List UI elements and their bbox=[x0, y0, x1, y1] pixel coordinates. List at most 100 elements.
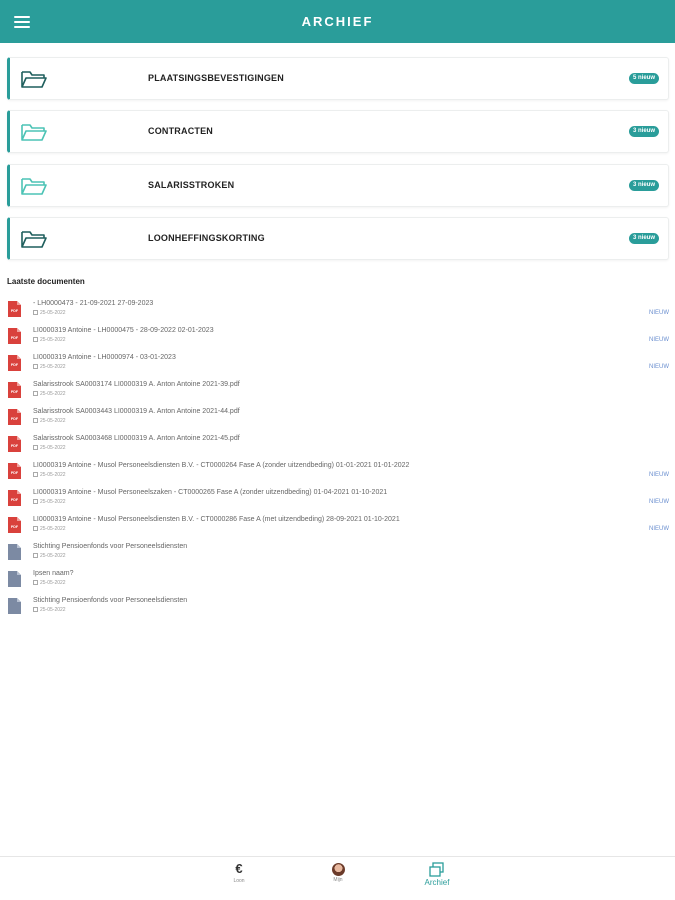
document-title: Salarisstrook SA0003468 LI0000319 A. Ant… bbox=[33, 435, 240, 442]
nav-tab-label: Archief bbox=[424, 878, 450, 887]
folder-card[interactable]: CONTRACTEN 3 nieuw bbox=[7, 110, 669, 153]
svg-text:PDF: PDF bbox=[11, 390, 19, 394]
pdf-file-icon: PDF bbox=[8, 436, 21, 452]
document-row[interactable]: PDF Salarisstrook SA0003443 LI0000319 A. … bbox=[7, 406, 669, 432]
pdf-file-icon: PDF bbox=[8, 409, 21, 425]
calendar-icon bbox=[33, 310, 38, 316]
svg-text:PDF: PDF bbox=[11, 309, 19, 313]
calendar-icon bbox=[33, 391, 38, 397]
document-title: LI0000319 Antoine - LH0000974 - 03-01-20… bbox=[33, 354, 176, 361]
document-row[interactable]: Ipsen naam? 25-05-2022 bbox=[7, 568, 669, 594]
document-title: LI0000319 Antoine - Musol Personeelsdien… bbox=[33, 516, 400, 523]
svg-text:PDF: PDF bbox=[11, 498, 19, 502]
nav-tab-loon[interactable]: € Loon bbox=[209, 861, 269, 884]
document-row[interactable]: PDF Salarisstrook SA0003174 LI0000319 A. … bbox=[7, 379, 669, 405]
document-date: 25-05-2022 bbox=[33, 472, 66, 478]
svg-text:PDF: PDF bbox=[11, 417, 19, 421]
document-title: Stichting Pensioenfonds voor Personeelsd… bbox=[33, 543, 188, 550]
folder-open-icon bbox=[21, 178, 47, 195]
folder-card[interactable]: LOONHEFFINGSKORTING 3 nieuw bbox=[7, 217, 669, 260]
document-date: 25-05-2022 bbox=[33, 607, 66, 613]
pdf-file-icon: PDF bbox=[8, 490, 21, 506]
calendar-icon bbox=[33, 580, 38, 586]
nav-tab-archief[interactable]: Archief bbox=[407, 861, 467, 887]
document-date: 25-05-2022 bbox=[33, 364, 66, 370]
pdf-file-icon: PDF bbox=[8, 355, 21, 371]
document-row[interactable]: PDF LI0000319 Antoine - Musol Personeelsd… bbox=[7, 460, 669, 486]
folder-open-icon bbox=[21, 124, 47, 141]
document-date: 25-05-2022 bbox=[33, 526, 66, 532]
avatar bbox=[331, 863, 345, 876]
new-label: NIEUW bbox=[649, 337, 669, 343]
document-date: 25-05-2022 bbox=[33, 310, 66, 316]
document-date: 25-05-2022 bbox=[33, 391, 66, 397]
document-title: - LH0000473 - 21-09-2021 27-09-2023 bbox=[33, 300, 154, 307]
new-count-badge: 5 nieuw bbox=[628, 73, 659, 84]
nav-tab-label: Mijn bbox=[333, 877, 343, 883]
document-row[interactable]: PDF LI0000319 Antoine - Musol Personeelsz… bbox=[7, 487, 669, 513]
calendar-icon bbox=[33, 607, 38, 613]
folder-open-icon bbox=[21, 71, 47, 88]
calendar-icon bbox=[33, 499, 38, 505]
file-icon bbox=[8, 598, 21, 614]
pdf-file-icon: PDF bbox=[8, 463, 21, 479]
folder-label: CONTRACTEN bbox=[148, 126, 213, 136]
folder-label: LOONHEFFINGSKORTING bbox=[148, 233, 265, 243]
calendar-icon bbox=[33, 553, 38, 559]
new-label: NIEUW bbox=[649, 364, 669, 370]
document-date: 25-05-2022 bbox=[33, 418, 66, 424]
nav-tab-label: Loon bbox=[233, 878, 245, 884]
calendar-icon bbox=[33, 337, 38, 343]
document-title: Stichting Pensioenfonds voor Personeelsd… bbox=[33, 597, 188, 604]
new-label: NIEUW bbox=[649, 499, 669, 505]
nav-tab-mijn[interactable]: Mijn bbox=[308, 861, 368, 883]
calendar-icon bbox=[33, 418, 38, 424]
svg-text:PDF: PDF bbox=[11, 525, 19, 529]
svg-text:PDF: PDF bbox=[11, 336, 19, 340]
calendar-icon bbox=[33, 526, 38, 532]
svg-text:PDF: PDF bbox=[11, 444, 19, 448]
document-row[interactable]: PDF LI0000319 Antoine - LH0000475 - 28-09… bbox=[7, 325, 669, 351]
folder-card[interactable]: SALARISSTROKEN 3 nieuw bbox=[7, 164, 669, 207]
euro-icon: € bbox=[235, 861, 243, 876]
new-label: NIEUW bbox=[649, 472, 669, 478]
page-title: ARCHIEF bbox=[301, 14, 374, 29]
folder-label: PLAATSINGSBEVESTIGINGEN bbox=[148, 73, 284, 83]
pdf-file-icon: PDF bbox=[8, 301, 21, 317]
svg-text:PDF: PDF bbox=[11, 363, 19, 367]
new-count-badge: 3 nieuw bbox=[628, 126, 659, 137]
new-count-badge: 3 nieuw bbox=[628, 233, 659, 244]
document-title: Salarisstrook SA0003443 LI0000319 A. Ant… bbox=[33, 408, 240, 415]
document-date: 25-05-2022 bbox=[33, 553, 66, 559]
recent-documents-heading: Laatste documenten bbox=[7, 277, 85, 286]
document-row[interactable]: PDF LI0000319 Antoine - LH0000974 - 03-01… bbox=[7, 352, 669, 378]
folder-label: SALARISSTROKEN bbox=[148, 180, 235, 190]
document-date: 25-05-2022 bbox=[33, 499, 66, 505]
document-title: LI0000319 Antoine - LH0000475 - 28-09-20… bbox=[33, 327, 214, 334]
document-date: 25-05-2022 bbox=[33, 337, 66, 343]
folder-open-icon bbox=[21, 231, 47, 248]
file-icon bbox=[8, 544, 21, 560]
top-app-bar: ARCHIEF bbox=[0, 0, 675, 43]
calendar-icon bbox=[33, 472, 38, 478]
pdf-file-icon: PDF bbox=[8, 382, 21, 398]
document-row[interactable]: Stichting Pensioenfonds voor Personeelsd… bbox=[7, 595, 669, 621]
new-label: NIEUW bbox=[649, 310, 669, 316]
file-icon bbox=[8, 571, 21, 587]
document-row[interactable]: PDF Salarisstrook SA0003468 LI0000319 A. … bbox=[7, 433, 669, 459]
archive-icon bbox=[429, 862, 444, 877]
calendar-icon bbox=[33, 445, 38, 451]
new-count-badge: 3 nieuw bbox=[628, 180, 659, 191]
folder-card[interactable]: PLAATSINGSBEVESTIGINGEN 5 nieuw bbox=[7, 57, 669, 100]
document-row[interactable]: PDF - LH0000473 - 21-09-2021 27-09-2023 25… bbox=[7, 298, 669, 324]
document-title: LI0000319 Antoine - Musol Personeelsdien… bbox=[33, 462, 410, 469]
pdf-file-icon: PDF bbox=[8, 517, 21, 533]
bottom-navigation: € Loon Mijn Archief bbox=[0, 856, 675, 900]
pdf-file-icon: PDF bbox=[8, 328, 21, 344]
document-row[interactable]: Stichting Pensioenfonds voor Personeelsd… bbox=[7, 541, 669, 567]
document-date: 25-05-2022 bbox=[33, 445, 66, 451]
new-label: NIEUW bbox=[649, 526, 669, 532]
document-date: 25-05-2022 bbox=[33, 580, 66, 586]
document-row[interactable]: PDF LI0000319 Antoine - Musol Personeelsd… bbox=[7, 514, 669, 540]
document-title: Ipsen naam? bbox=[33, 570, 74, 577]
